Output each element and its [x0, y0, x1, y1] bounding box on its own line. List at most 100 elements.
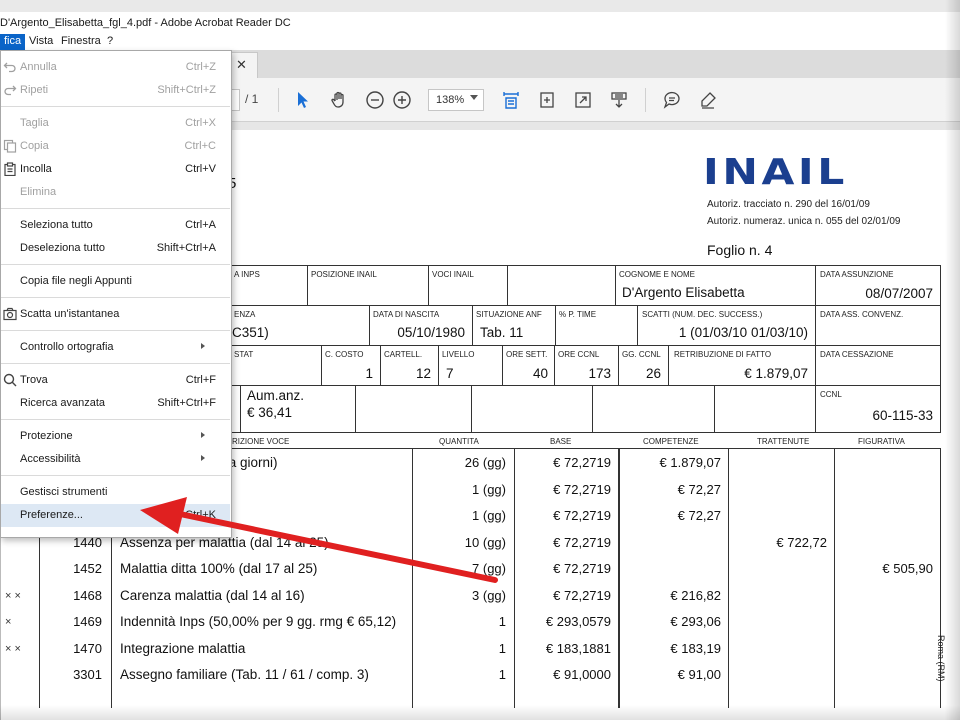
menu-item-preferenze[interactable]: Preferenze... Ctrl+K — [1, 504, 230, 527]
menu-finestra[interactable]: Finestra — [57, 34, 105, 50]
hdr-cartell: CARTELL. — [384, 350, 423, 359]
menu-item-scatta-un-istantanea[interactable]: Scatta un'istantanea — [1, 303, 230, 326]
full-screen-icon[interactable] — [572, 89, 594, 111]
val-retribuzione: € 1.879,07 — [744, 366, 808, 381]
val-ccnl: 60-115-33 — [872, 408, 933, 423]
menu-item-label: Protezione — [20, 430, 73, 442]
row-base: € 72,2719 — [553, 455, 611, 470]
inail-logo: INAIL — [703, 152, 848, 193]
val-aum-value: € 36,41 — [247, 405, 293, 420]
paste-icon — [3, 162, 17, 177]
hdr-retribuzione: RETRIBUZIONE DI FATTO — [674, 350, 772, 359]
undo-icon — [3, 60, 17, 74]
row-competenze: € 91,00 — [677, 667, 721, 682]
menu-modifica[interactable]: fica — [0, 34, 26, 50]
menu-item-copia-file-negli-appunti[interactable]: Copia file negli Appunti — [1, 270, 230, 293]
hdr-cessazione: DATA CESSAZIONE — [820, 350, 894, 359]
menu-vista[interactable]: Vista — [25, 34, 57, 50]
hdr-stat: STAT — [234, 350, 254, 359]
menu-item-ricerca-avanzata[interactable]: Ricerca avanzata Shift+Ctrl+F — [1, 392, 230, 415]
menu-separator — [1, 297, 230, 298]
row-code: 1468 — [73, 588, 102, 603]
row-flags: × × — [5, 590, 21, 602]
row-competenze: € 183,19 — [670, 641, 721, 656]
menu-separator — [1, 419, 230, 420]
hand-tool-icon[interactable] — [328, 89, 350, 111]
val-ore-sett: 40 — [532, 366, 548, 381]
row-competenze: € 293,06 — [670, 614, 721, 629]
menu-item-gestisci-strumenti[interactable]: Gestisci strumenti — [1, 481, 230, 504]
menu-item-label: Gestisci strumenti — [20, 486, 108, 498]
row-code: 1452 — [73, 561, 102, 576]
highlight-pen-icon[interactable] — [697, 89, 719, 111]
menu-item-copia[interactable]: Copia Ctrl+C — [1, 135, 230, 158]
chevron-down-icon[interactable] — [470, 95, 478, 100]
row-base: € 72,2719 — [553, 588, 611, 603]
row-competenze: € 1.879,07 — [659, 455, 721, 470]
menu-item-elimina[interactable]: Elimina — [1, 181, 230, 204]
col-quantita: QUANTITA — [439, 437, 479, 446]
comment-icon[interactable] — [661, 89, 683, 111]
menu-item-taglia[interactable]: Taglia Ctrl+X — [1, 112, 230, 135]
menu-item-label: Controllo ortografia — [20, 341, 114, 353]
menu-separator — [1, 106, 230, 107]
menu-item-controllo-ortografia[interactable]: Controllo ortografia — [1, 336, 230, 359]
zoom-select[interactable]: 138% — [428, 89, 484, 111]
hdr-nascita: DATA DI NASCITA — [373, 310, 440, 319]
col-competenze: COMPETENZE — [643, 437, 699, 446]
hdr-pos-inail: POSIZIONE INAIL — [311, 270, 377, 279]
val-gg-ccnl: 26 — [645, 366, 661, 381]
menu-item-shortcut: Shift+Ctrl+Z — [157, 84, 216, 96]
menu-item-deseleziona-tutto[interactable]: Deseleziona tutto Shift+Ctrl+A — [1, 237, 230, 260]
row-quantity: 1 — [498, 641, 506, 656]
menu-item-shortcut: Ctrl+K — [185, 509, 216, 521]
menu-item-protezione[interactable]: Protezione — [1, 425, 230, 448]
menu-item-accessibilita[interactable]: Accessibilità — [1, 448, 230, 471]
menu-item-seleziona-tutto[interactable]: Seleziona tutto Ctrl+A — [1, 214, 230, 237]
row-flags: × × — [5, 643, 21, 655]
val-scatti: 1 (01/03/10 01/03/10) — [678, 325, 808, 340]
fit-page-icon[interactable] — [500, 89, 522, 111]
menu-help[interactable]: ? — [103, 34, 117, 50]
menu-item-shortcut: Ctrl+Z — [185, 61, 216, 73]
copy-icon — [3, 139, 17, 153]
row-code: 1469 — [73, 614, 102, 629]
menu-item-trova[interactable]: Trova Ctrl+F — [1, 369, 230, 392]
menu-item-ripeti[interactable]: Ripeti Shift+Ctrl+Z — [1, 79, 230, 102]
row-base: € 72,2719 — [553, 535, 611, 550]
row-base: € 72,2719 — [553, 561, 611, 576]
val-cartell: 12 — [415, 366, 431, 381]
tab-close-icon[interactable]: ✕ — [236, 57, 247, 73]
val-assunzione: 08/07/2007 — [865, 286, 933, 301]
menu-item-shortcut: Shift+Ctrl+F — [157, 397, 216, 409]
hdr-livello: LIVELLO — [442, 350, 475, 359]
menu-separator — [1, 264, 230, 265]
row-description: Indennità Inps (50,00% per 9 gg. rmg € 6… — [120, 614, 397, 629]
page-total: / 1 — [245, 92, 259, 106]
menu-item-annulla[interactable]: Annulla Ctrl+Z — [1, 56, 230, 79]
menu-item-incolla[interactable]: Incolla Ctrl+V — [1, 158, 230, 181]
menu-item-label: Annulla — [20, 61, 57, 73]
col-figurativa: FIGURATIVA — [858, 437, 905, 446]
scroll-mode-icon[interactable] — [608, 89, 630, 111]
menu-bar: fica Vista Finestra ? — [0, 34, 960, 50]
row-figurativa: € 505,90 — [882, 561, 933, 576]
rotate-view-icon[interactable] — [536, 89, 558, 111]
val-cognome: D'Argento Elisabetta — [622, 285, 745, 300]
submenu-arrow-icon — [201, 455, 205, 461]
zoom-out-icon[interactable] — [364, 89, 386, 111]
val-anf: Tab. 11 — [480, 325, 524, 340]
row-quantity: 7 (gg) — [472, 561, 506, 576]
menu-item-label: Ripeti — [20, 84, 49, 96]
select-cursor-icon[interactable] — [292, 89, 314, 111]
row-trattenute: € 722,72 — [776, 535, 827, 550]
menu-item-label: Preferenze... — [20, 509, 83, 521]
menu-item-label: Trova — [20, 374, 48, 386]
row-flags: × — [5, 616, 12, 628]
zoom-in-icon[interactable] — [391, 89, 413, 111]
hdr-ore-sett: ORE SETT. — [506, 350, 548, 359]
val-costo: 1 — [365, 366, 373, 381]
hdr-ccnl: CCNL — [820, 390, 842, 399]
val-aum-label: Aum.anz. — [247, 388, 305, 403]
row-competenze: € 72,27 — [677, 508, 721, 523]
